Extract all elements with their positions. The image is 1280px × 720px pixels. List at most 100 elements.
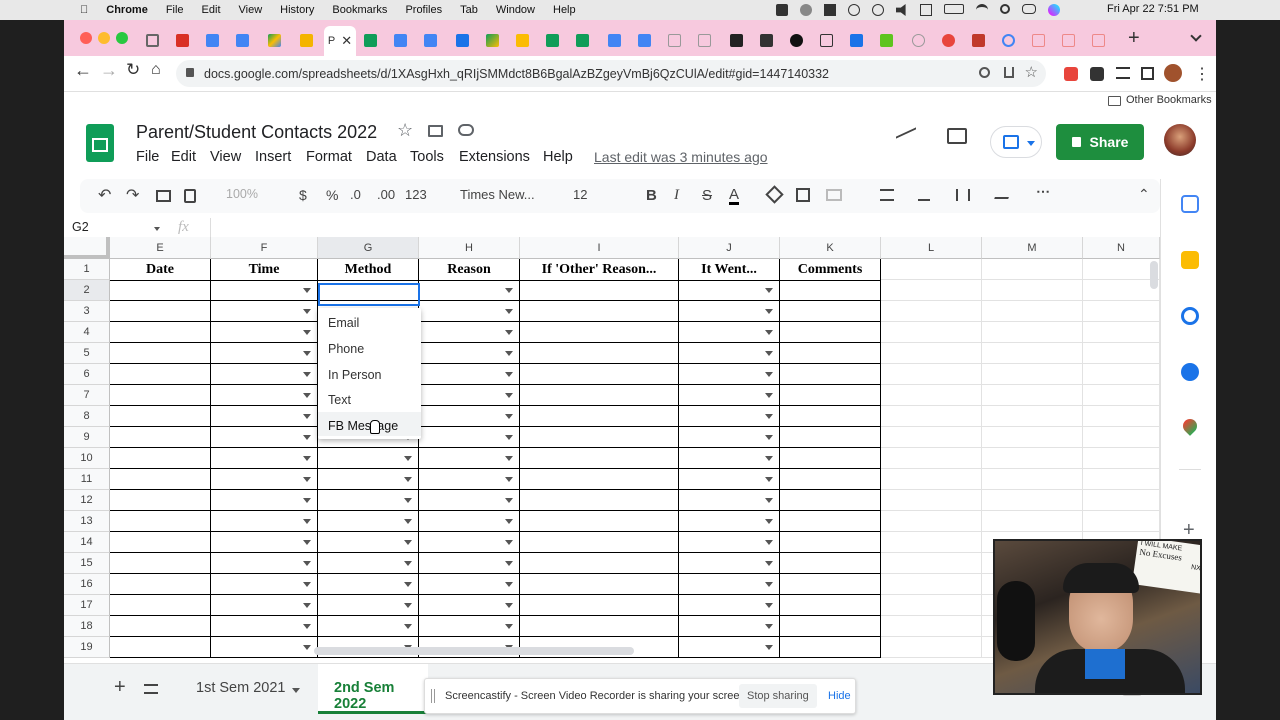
dropdown-option-email[interactable]: Email [328, 316, 359, 330]
grid-cell[interactable] [1083, 406, 1160, 427]
tab-1[interactable] [138, 28, 166, 52]
grid-cell[interactable] [419, 280, 520, 301]
dropdown-arrow-icon[interactable] [765, 498, 773, 503]
grid-cell[interactable] [881, 343, 982, 364]
grid-cell[interactable] [318, 490, 419, 511]
mac-menu-help[interactable]: Help [544, 4, 585, 16]
grid-cell[interactable] [679, 490, 780, 511]
dropdown-arrow-icon[interactable] [505, 435, 513, 440]
grid-cell[interactable] [419, 532, 520, 553]
bold-button[interactable]: B [646, 187, 657, 204]
tab-30[interactable] [1024, 28, 1052, 52]
tab-23[interactable] [812, 28, 840, 52]
grid-cell[interactable] [419, 343, 520, 364]
grid-cell[interactable] [419, 301, 520, 322]
grid-cell[interactable] [110, 301, 211, 322]
grid-cell[interactable] [780, 574, 881, 595]
grid-cell[interactable] [982, 301, 1083, 322]
dropdown-arrow-icon[interactable] [765, 603, 773, 608]
grid-cell[interactable] [1083, 343, 1160, 364]
dropdown-arrow-icon[interactable] [303, 309, 311, 314]
mac-datetime[interactable]: Fri Apr 22 7:51 PM [1107, 3, 1199, 15]
dropdown-arrow-icon[interactable] [765, 393, 773, 398]
grid-cell[interactable] [211, 427, 318, 448]
decrease-decimal-button[interactable]: .0 [350, 187, 361, 202]
number-format-select[interactable]: 123 [405, 187, 427, 202]
dropdown-arrow-icon[interactable] [505, 498, 513, 503]
menu-file[interactable]: File [136, 149, 159, 165]
grid-cell[interactable] [679, 616, 780, 637]
grid-cell[interactable] [211, 574, 318, 595]
grid-cell[interactable] [110, 574, 211, 595]
account-avatar[interactable] [1164, 124, 1196, 156]
dropdown-arrow-icon[interactable] [303, 351, 311, 356]
dropdown-arrow-icon[interactable] [765, 519, 773, 524]
grid-cell[interactable] [881, 469, 982, 490]
control-center-icon[interactable] [1022, 4, 1036, 14]
grid-cell[interactable] [520, 280, 679, 301]
dropdown-arrow-icon[interactable] [505, 372, 513, 377]
trending-icon[interactable] [896, 127, 916, 147]
dropdown-arrow-icon[interactable] [765, 561, 773, 566]
row-header-13[interactable]: 13 [64, 511, 110, 532]
vertical-align-icon[interactable] [918, 187, 930, 201]
volume-icon[interactable] [896, 4, 906, 16]
grid-cell[interactable] [679, 469, 780, 490]
grid-cell[interactable] [982, 280, 1083, 301]
grid-cell[interactable] [520, 322, 679, 343]
grid-cell[interactable] [881, 637, 982, 658]
dropdown-arrow-icon[interactable] [303, 603, 311, 608]
back-icon[interactable]: ← [74, 60, 92, 81]
row-header-15[interactable]: 15 [64, 553, 110, 574]
grid-cell[interactable] [318, 616, 419, 637]
menu-help[interactable]: Help [543, 149, 573, 165]
side-panel-icon[interactable] [1141, 67, 1154, 80]
dropdown-arrow-icon[interactable] [404, 540, 412, 545]
mac-menu-window[interactable]: Window [487, 4, 544, 16]
dropdown-arrow-icon[interactable] [303, 519, 311, 524]
row-header-17[interactable]: 17 [64, 595, 110, 616]
grid-cell[interactable] [318, 469, 419, 490]
grid-cell[interactable] [110, 448, 211, 469]
grid-cell[interactable] [1083, 490, 1160, 511]
grid-cell[interactable] [419, 595, 520, 616]
grid-cell[interactable] [780, 406, 881, 427]
grid-cell[interactable] [211, 595, 318, 616]
column-header-k[interactable]: K [780, 237, 881, 259]
record-icon[interactable] [776, 4, 788, 16]
selected-cell[interactable] [318, 283, 420, 306]
grid-cell[interactable] [110, 427, 211, 448]
grid-cell[interactable] [679, 595, 780, 616]
header-cell[interactable]: Reason [419, 259, 520, 281]
fill-color-icon[interactable] [765, 185, 784, 204]
formula-input[interactable] [210, 218, 1110, 238]
grid-cell[interactable] [982, 322, 1083, 343]
grid-cell[interactable] [211, 301, 318, 322]
grid-cell[interactable] [881, 553, 982, 574]
grid-cell[interactable] [982, 490, 1083, 511]
tab-29[interactable] [994, 28, 1022, 52]
tab-20[interactable] [722, 28, 750, 52]
move-folder-icon[interactable] [428, 125, 443, 137]
header-cell[interactable]: Comments [780, 259, 881, 281]
grid-cell[interactable] [780, 301, 881, 322]
dropdown-arrow-icon[interactable] [303, 330, 311, 335]
new-tab-icon[interactable]: + [1128, 27, 1140, 50]
tab-28[interactable] [964, 28, 992, 52]
dropdown-arrow-icon[interactable] [505, 309, 513, 314]
grid-cell[interactable] [110, 553, 211, 574]
tab-32[interactable] [1084, 28, 1112, 52]
share-page-icon[interactable] [1004, 67, 1014, 78]
present-button[interactable] [990, 126, 1042, 158]
grid-cell[interactable] [982, 511, 1083, 532]
add-sheet-icon[interactable]: + [114, 676, 126, 699]
close-tab-icon[interactable]: ✕ [341, 33, 352, 49]
menu-data[interactable]: Data [366, 149, 397, 165]
grid-cell[interactable] [211, 553, 318, 574]
battery-icon[interactable] [944, 4, 964, 14]
row-header-2[interactable]: 2 [64, 280, 110, 301]
collapse-icon[interactable]: ⌃ [1138, 186, 1150, 203]
tab-active[interactable]: P ✕ [324, 26, 356, 56]
tab-15[interactable] [568, 28, 596, 52]
grid-cell[interactable] [881, 322, 982, 343]
